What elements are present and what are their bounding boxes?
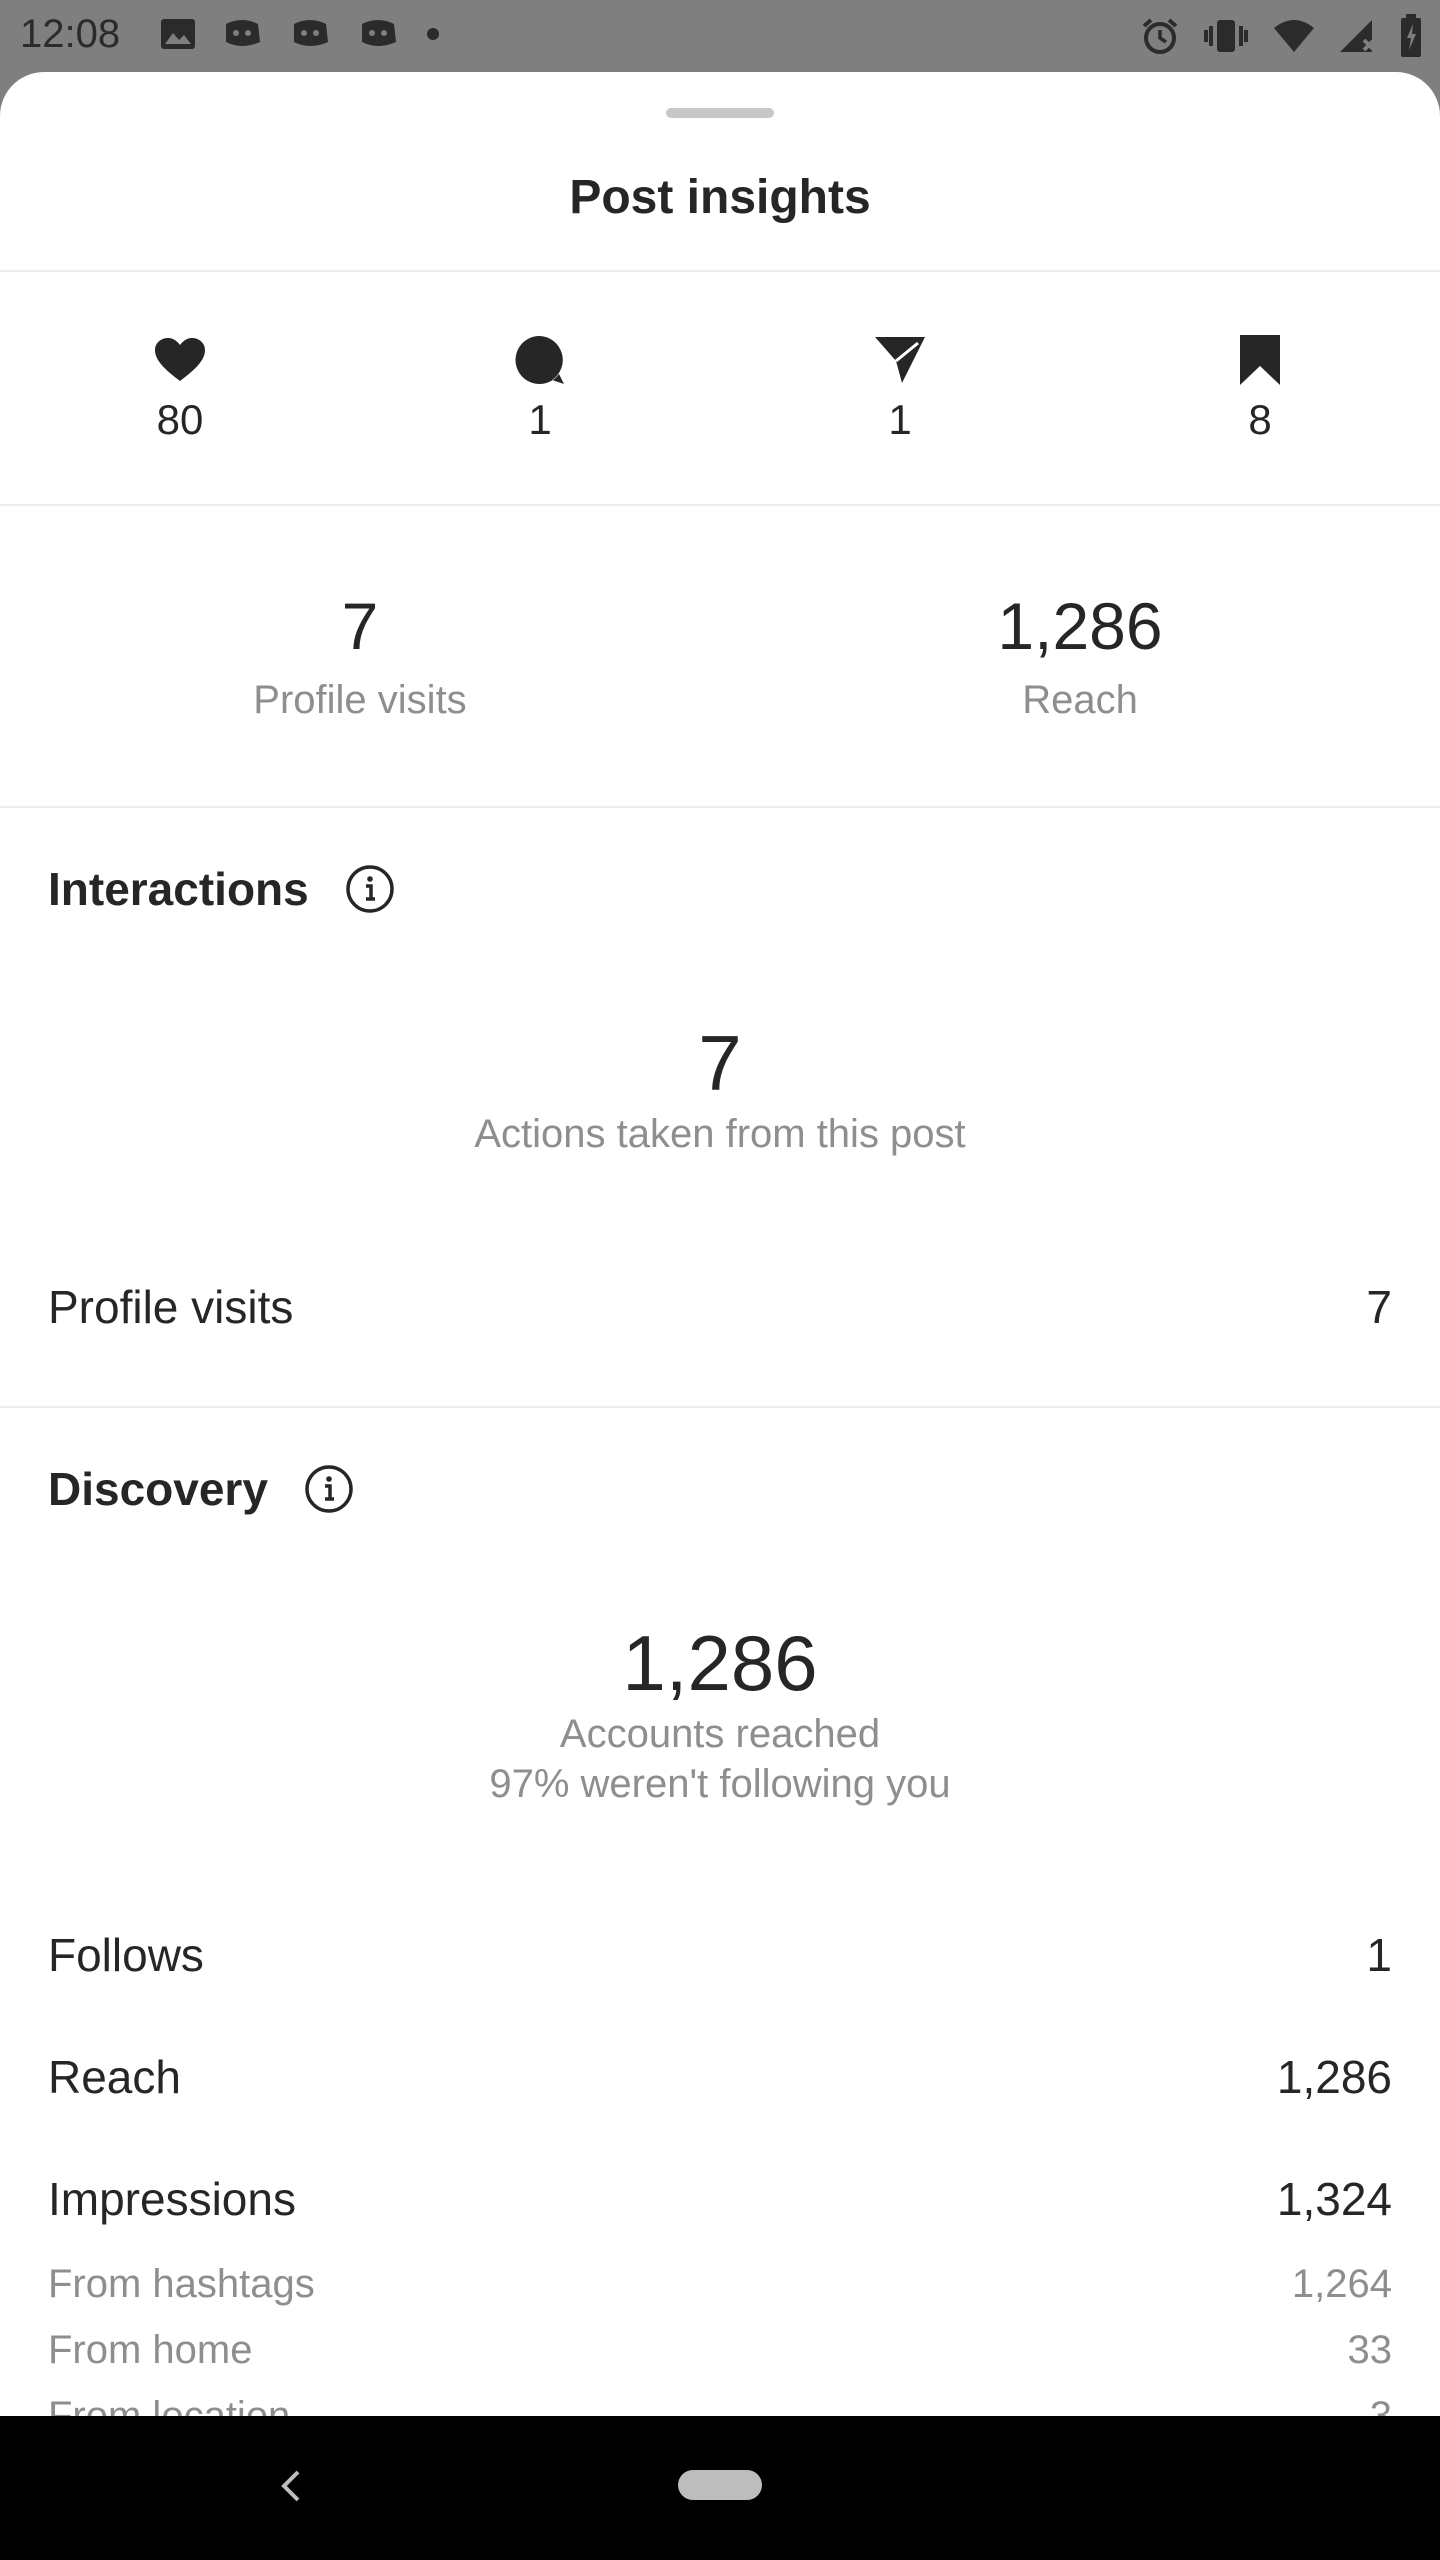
discord-icon (290, 18, 332, 50)
status-left-icons (160, 18, 440, 50)
impressions-from-hashtags: From hashtags 1,264 (48, 2262, 1392, 2307)
divider (0, 806, 1440, 808)
reach-stat: 1,286 Reach (780, 588, 1380, 723)
row-label: Profile visits (48, 1281, 294, 1333)
interactions-title: Interactions (48, 863, 309, 915)
wifi-icon (1272, 18, 1316, 54)
navigation-bar (0, 2416, 1440, 2560)
row-label: From hashtags (48, 2262, 315, 2306)
engagement-row: 80 1 1 8 (0, 270, 1440, 500)
discord-icon (358, 18, 400, 50)
row-value: 1,324 (1276, 2173, 1392, 2225)
discovery-row-reach: Reach 1,286 (48, 2050, 1392, 2104)
shares-stat: 1 (800, 332, 1000, 444)
interactions-header: Interactions (48, 862, 395, 916)
impressions-from-home: From home 33 (48, 2328, 1392, 2373)
saves-stat: 8 (1160, 332, 1360, 444)
alarm-icon (1140, 16, 1180, 56)
row-value: 3 (1369, 2394, 1392, 2416)
dot-icon (426, 27, 440, 41)
back-icon[interactable] (276, 2462, 306, 2515)
reach-label: Reach (1022, 678, 1138, 722)
discovery-row-follows: Follows 1 (48, 1928, 1392, 1982)
insights-sheet: Post insights 80 1 1 8 7 Profile visits … (0, 72, 1440, 2416)
info-icon[interactable] (304, 1464, 354, 1514)
likes-count: 80 (156, 396, 204, 443)
image-icon (160, 18, 196, 50)
info-icon[interactable] (345, 864, 395, 914)
row-label: From home (48, 2328, 253, 2372)
comments-stat: 1 (440, 332, 640, 444)
discord-icon (222, 18, 264, 50)
impressions-from-location: From location 3 (48, 2394, 1392, 2416)
discovery-title: Discovery (48, 1463, 268, 1515)
row-label: Reach (48, 2051, 181, 2103)
send-icon (800, 332, 1000, 388)
row-value: 33 (1347, 2328, 1393, 2372)
comments-count: 1 (528, 396, 552, 443)
interactions-caption: Actions taken from this post (474, 1112, 966, 1156)
heart-icon (80, 332, 280, 388)
row-label: Follows (48, 1929, 204, 1981)
profile-visits-value: 7 (341, 589, 379, 663)
status-right-icons (1140, 14, 1422, 58)
status-time: 12:08 (20, 12, 121, 56)
interactions-row-profile-visits: Profile visits 7 (48, 1280, 1392, 1334)
sheet-title: Post insights (569, 171, 871, 224)
comment-icon (440, 332, 640, 388)
row-value: 1,286 (1276, 2051, 1392, 2103)
bookmark-icon (1160, 332, 1360, 388)
row-value: 7 (1366, 1281, 1392, 1333)
discovery-caption-2: 97% weren't following you (489, 1762, 951, 1806)
screen: 12:08 Post insights 80 1 1 8 7 Profile v… (0, 0, 1440, 2560)
reach-value: 1,286 (997, 589, 1163, 663)
saves-count: 8 (1248, 396, 1272, 443)
interactions-total: 7 (698, 1019, 742, 1107)
likes-stat: 80 (80, 332, 280, 444)
interactions-metric: 7 Actions taken from this post (0, 1018, 1440, 1159)
vibrate-icon (1202, 16, 1250, 56)
profile-visits-stat: 7 Profile visits (60, 588, 660, 723)
signal-icon (1338, 18, 1378, 54)
shares-count: 1 (888, 396, 912, 443)
row-label: Impressions (48, 2173, 296, 2225)
drag-handle[interactable] (666, 108, 774, 118)
row-value: 1 (1366, 1929, 1392, 1981)
discovery-metric: 1,286 Accounts reached 97% weren't follo… (0, 1618, 1440, 1809)
discovery-total: 1,286 (622, 1619, 818, 1707)
profile-visits-label: Profile visits (253, 678, 467, 722)
discovery-caption-1: Accounts reached (559, 1712, 881, 1756)
discovery-row-impressions: Impressions 1,324 (48, 2172, 1392, 2226)
battery-icon (1400, 14, 1422, 58)
status-bar: 12:08 (0, 0, 1440, 72)
row-label: From location (48, 2394, 291, 2416)
home-pill[interactable] (678, 2470, 762, 2500)
divider (0, 1406, 1440, 1408)
row-value: 1,264 (1291, 2262, 1392, 2306)
discovery-header: Discovery (48, 1462, 354, 1516)
summary-stats: 7 Profile visits 1,286 Reach (0, 504, 1440, 804)
